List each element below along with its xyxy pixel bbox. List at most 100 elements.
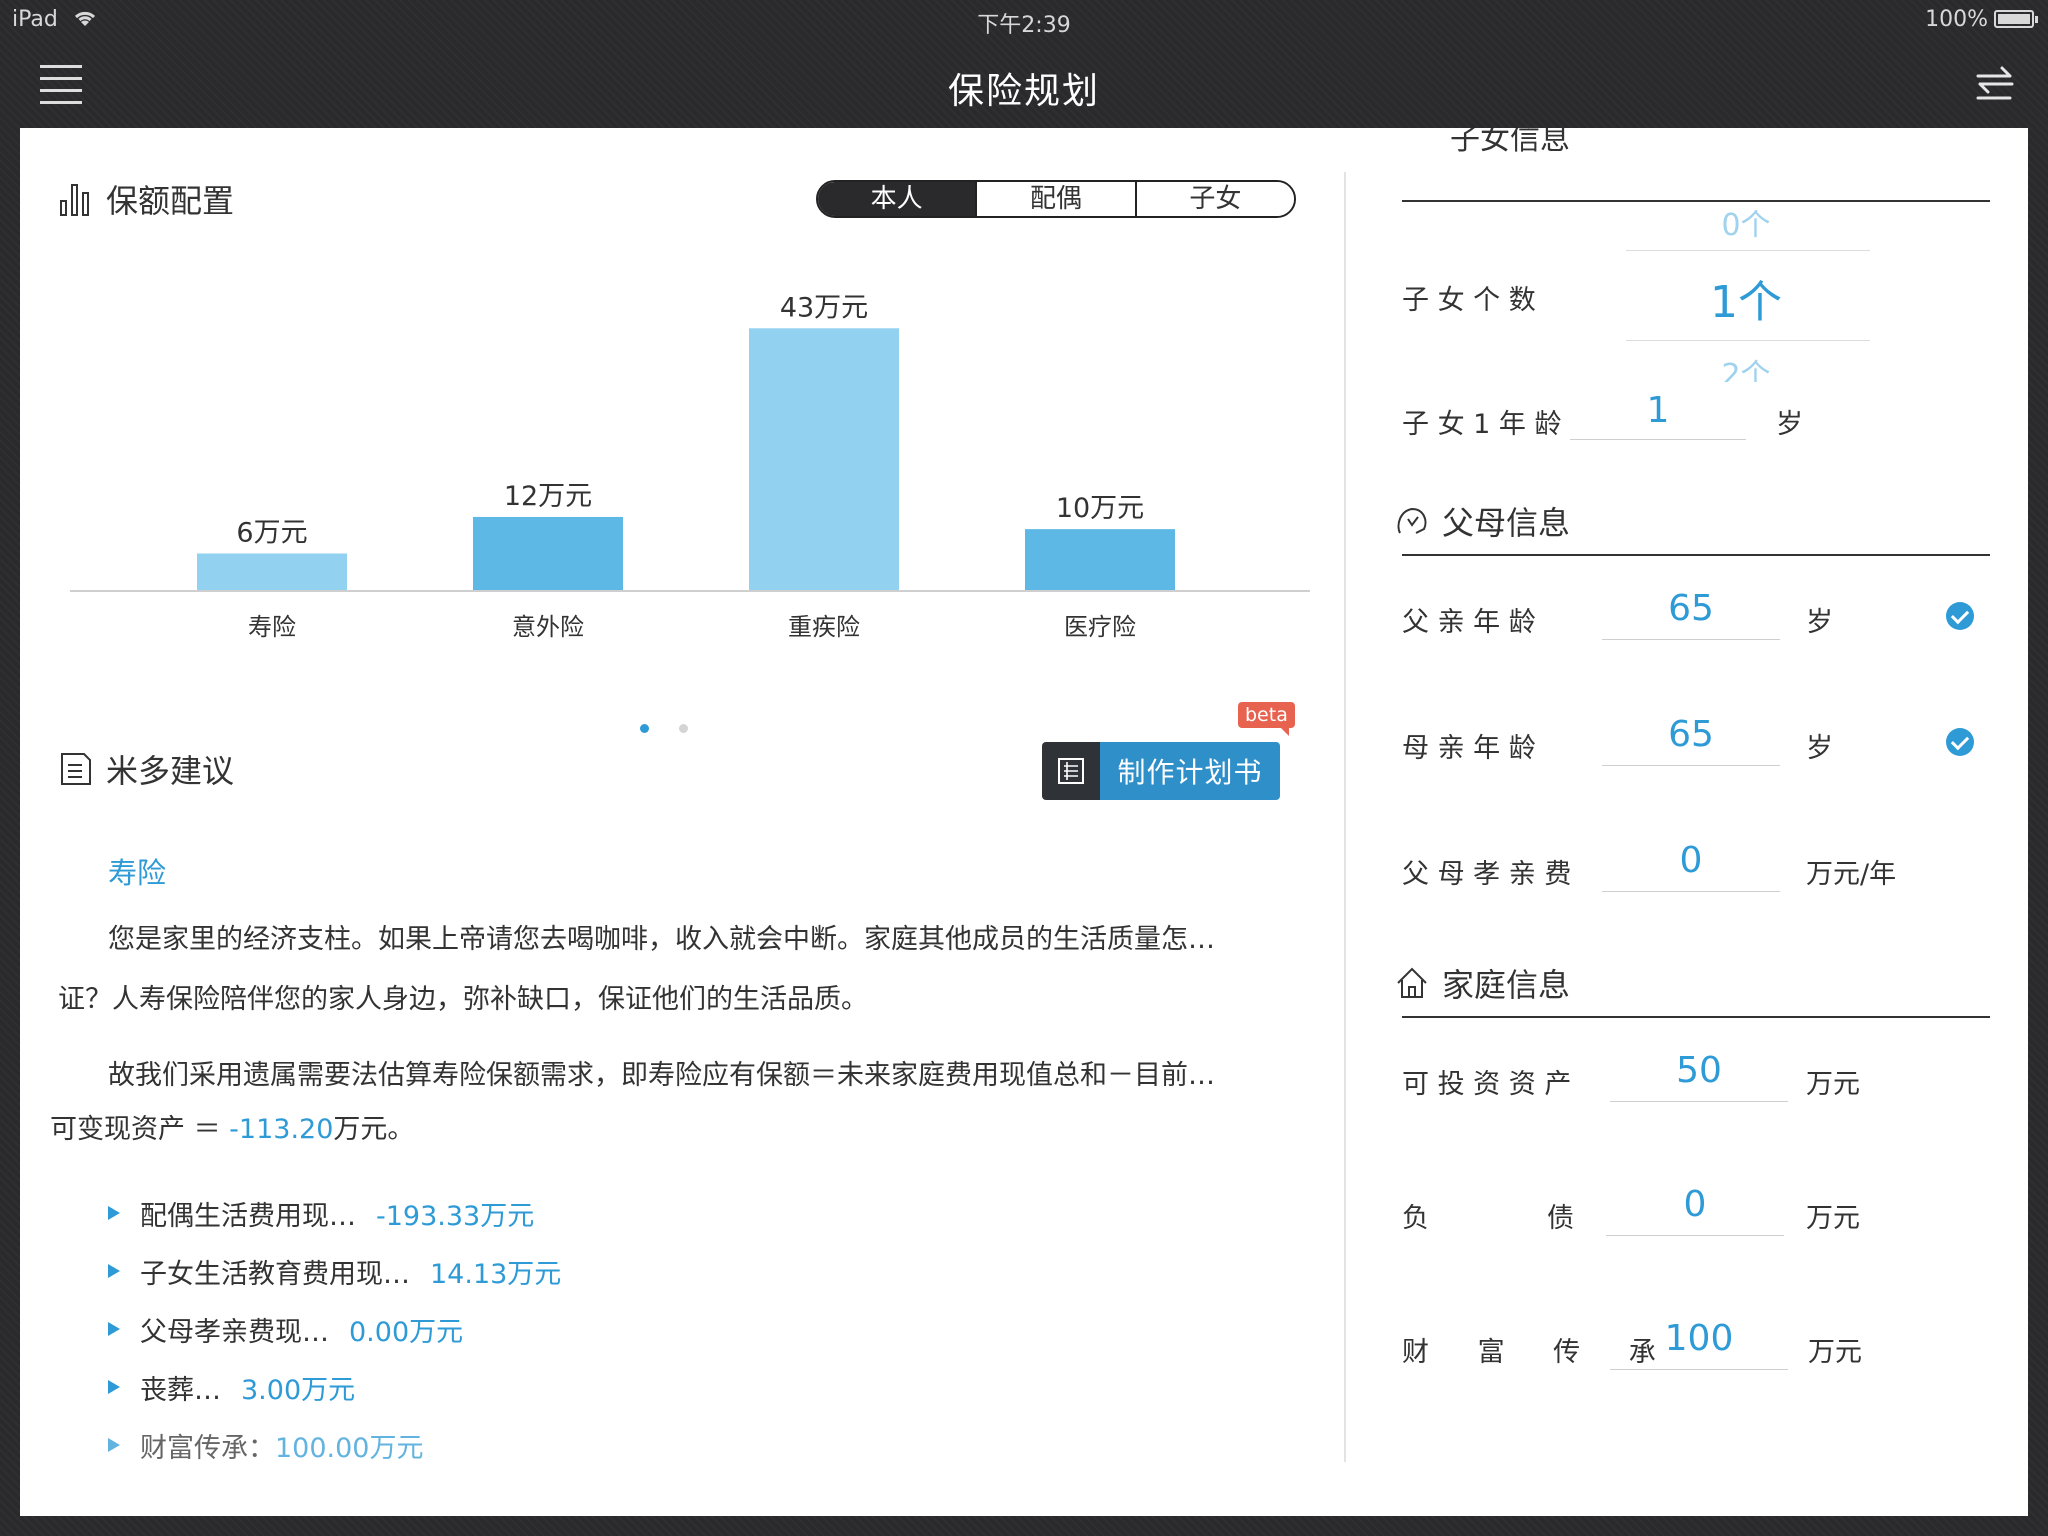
status-time: 下午2:39 (977, 13, 1071, 38)
advice-list: 配偶生活费用现… -193.33万元 子女生活教育费用现… 14.13万元 父母孝亲… (108, 1184, 561, 1474)
advice-paragraph-1: 您是家里的经济支柱。如果上帝请您去喝咖啡，收入就会中断。家庭其他成员的生活质量怎… (50, 910, 1310, 970)
category-label: 寿险 (248, 613, 296, 641)
make-plan-label: 制作计划书 (1100, 742, 1280, 800)
debt-label: 负债 (1402, 1196, 1574, 1235)
list-item[interactable]: 配偶生活费用现… -193.33万元 (108, 1184, 561, 1242)
debt-input[interactable]: 0 (1606, 1184, 1784, 1236)
father-age-input[interactable]: 65 (1602, 588, 1780, 640)
advice-para2-prefix: 可变现资产 ＝ (50, 1114, 230, 1145)
nav-bar: 保险规划 (0, 40, 2048, 128)
parents-header: 父母信息 (1394, 498, 1570, 544)
assets-label: 可 投 资 资 产 (1402, 1069, 1572, 1100)
bar-3[interactable] (1025, 529, 1175, 590)
picker-selected[interactable]: 1个 (1626, 266, 1866, 330)
coverage-header: 保额配置 (58, 176, 234, 222)
advice-title: 米多建议 (106, 752, 235, 790)
list-item[interactable]: 财富传承： 100.00万元 (108, 1416, 561, 1474)
children-count-label: 子 女 个 数 (1402, 285, 1536, 316)
list-item[interactable]: 子女生活教育费用现… 14.13万元 (108, 1242, 561, 1300)
family-header: 家庭信息 (1394, 960, 1570, 1006)
mother-age-label: 母 亲 年 龄 (1402, 733, 1536, 764)
parent-support-input[interactable]: 0 (1602, 840, 1780, 892)
family-underline (1402, 1016, 1990, 1018)
switch-icon[interactable] (1972, 62, 2018, 108)
list-item-value: 0.00万元 (349, 1316, 464, 1348)
mother-check-icon[interactable] (1946, 728, 1974, 756)
picker-option[interactable]: 2个 (1626, 350, 1866, 382)
assets-input[interactable]: 50 (1610, 1050, 1788, 1102)
picker-line (1626, 250, 1870, 251)
tab-children[interactable]: 子女 (1134, 182, 1294, 216)
legacy-input[interactable]: 100 (1610, 1318, 1788, 1370)
person-segment: 本人 配偶 子女 (816, 180, 1296, 218)
advice-paragraph-2b: 可变现资产 ＝ -113.20万元。 (50, 1100, 1310, 1160)
bar-value-label: 43万元 (780, 292, 868, 323)
parents-title: 父母信息 (1442, 504, 1571, 542)
plan-document-icon (1058, 758, 1084, 784)
child-age-label: 子 女 1 年 龄 (1402, 409, 1562, 440)
panel-divider (1344, 172, 1346, 1462)
advice-paragraph-1b: 证？人寿保险陪伴您的家人身边，弥补缺口，保证他们的生活品质。 (58, 970, 1318, 1030)
child-age-unit: 岁 (1776, 409, 1803, 440)
debt-unit: 万元 (1806, 1203, 1860, 1234)
tab-self[interactable]: 本人 (818, 182, 976, 216)
bar-2[interactable] (749, 328, 899, 590)
beta-badge: beta (1238, 702, 1295, 736)
debt-label-a: 负 (1402, 1203, 1429, 1234)
child-age-input[interactable]: 1 (1570, 390, 1746, 440)
advice-para1-line2: 证？人寿保险陪伴您的家人身边，弥补缺口，保证他们的生活品质。 (58, 984, 868, 1015)
advice-para2-line1: 故我们采用遗属需要法估算寿险保额需求，即寿险应有保额＝未来家庭费用现值总和－目前… (108, 1060, 1215, 1091)
category-label: 意外险 (512, 613, 584, 641)
bar-1[interactable] (473, 516, 623, 590)
battery-icon (1994, 10, 2038, 28)
list-item-label: 财富传承： (140, 1432, 275, 1464)
advice-lead: 寿险 (108, 856, 167, 890)
list-item-value: 14.13万元 (430, 1258, 562, 1290)
parent-support-label: 父 母 孝 亲 费 (1402, 859, 1572, 890)
category-label: 重疾险 (788, 613, 860, 641)
page-title: 保险规划 (947, 71, 1100, 112)
plan-icon-box (1042, 742, 1100, 800)
page-dot-active[interactable] (640, 724, 649, 733)
main-content: 保额配置 本人 配偶 子女 6万元 寿险 12万元 意外险 43万元 重疾险 10万元 医疗险… (20, 128, 2028, 1516)
list-item-value: -193.33万元 (376, 1200, 535, 1232)
advice-para2-value: -113.20 (229, 1114, 334, 1145)
parents-underline (1402, 554, 1990, 556)
advice-paragraph-2: 故我们采用遗属需要法估算寿险保额需求，即寿险应有保额＝未来家庭费用现值总和－目前… (50, 1046, 1310, 1106)
page-dot[interactable] (679, 724, 688, 733)
list-item[interactable]: 父母孝亲费现… 0.00万元 (108, 1300, 561, 1358)
list-item-label: 父母孝亲费现… (140, 1316, 329, 1348)
home-icon (1397, 967, 1427, 998)
status-bar: iPad 下午2:39 100% (0, 0, 2048, 40)
advice-para2-suffix: 万元。 (333, 1114, 415, 1145)
bar-value-label: 10万元 (1056, 493, 1144, 524)
list-item-label: 丧葬… (140, 1374, 221, 1406)
category-label: 医疗险 (1064, 613, 1136, 641)
triangle-icon (108, 1206, 120, 1220)
picker-option[interactable]: 0个 (1626, 210, 1866, 244)
bar-value-label: 6万元 (236, 517, 307, 548)
father-check-icon[interactable] (1946, 602, 1974, 630)
family-title: 家庭信息 (1442, 966, 1571, 1004)
coverage-title: 保额配置 (106, 182, 235, 220)
picker-line (1626, 340, 1870, 341)
father-age-unit: 岁 (1806, 607, 1833, 638)
page-indicator (640, 718, 718, 737)
tab-spouse[interactable]: 配偶 (975, 182, 1135, 216)
legacy-unit: 万元 (1808, 1337, 1862, 1368)
make-plan-button[interactable]: 制作计划书 (1042, 742, 1280, 800)
document-icon (61, 753, 91, 785)
list-item-label: 子女生活教育费用现… (140, 1258, 410, 1290)
assets-unit: 万元 (1806, 1069, 1860, 1100)
right-panel: 子女信息 子 女 个 数 0个 1个 2个 子 女 1 年 龄 1 岁 父母信息… (1397, 128, 2002, 1516)
bar-0[interactable] (197, 553, 347, 590)
father-age-label: 父 亲 年 龄 (1402, 607, 1536, 638)
advice-header: 米多建议 (58, 746, 234, 792)
advice-para1-line1: 您是家里的经济支柱。如果上帝请您去喝咖啡，收入就会中断。家庭其他成员的生活质量怎… (108, 924, 1215, 955)
list-item-value: 100.00万元 (275, 1432, 424, 1464)
triangle-icon (108, 1380, 120, 1394)
triangle-icon (108, 1322, 120, 1336)
list-item[interactable]: 丧葬… 3.00万元 (108, 1358, 561, 1416)
mother-age-input[interactable]: 65 (1602, 714, 1780, 766)
battery-percent: 100% (1925, 7, 1988, 32)
